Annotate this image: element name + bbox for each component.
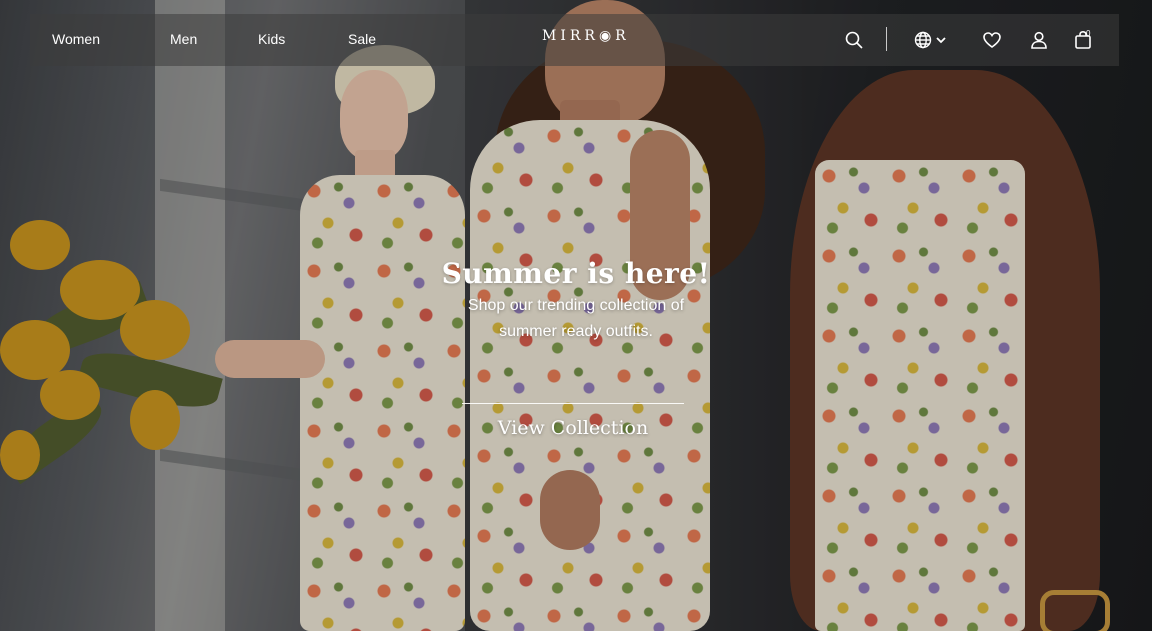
shopping-bag-icon[interactable]: 0 xyxy=(1070,27,1096,53)
nav-link-women[interactable]: Women xyxy=(52,31,100,47)
search-icon[interactable] xyxy=(841,27,867,53)
nav-link-sale[interactable]: Sale xyxy=(348,31,376,47)
nav-link-men[interactable]: Men xyxy=(170,31,197,47)
user-icon[interactable] xyxy=(1026,27,1052,53)
nav-link-kids[interactable]: Kids xyxy=(258,31,285,47)
hero-subtitle-line-2: summer ready outfits. xyxy=(499,323,653,340)
chevron-down-icon[interactable] xyxy=(932,27,950,53)
hero-title: Summer is here! xyxy=(441,256,711,290)
top-navigation: Women Men Kids Sale MIRR◉R 0 xyxy=(30,14,1119,66)
hero-subtitle-line-1: Shop our trending collection of xyxy=(467,297,685,314)
cart-count-badge: 0 xyxy=(1086,29,1091,38)
nav-divider xyxy=(886,27,887,51)
heart-icon[interactable] xyxy=(979,27,1005,53)
view-collection-button[interactable]: View Collection xyxy=(462,417,684,439)
cta-divider-line xyxy=(462,403,684,404)
brand-logo[interactable]: MIRR◉R xyxy=(542,28,630,44)
hero-subtitle: Shop our trending collection of summer r… xyxy=(0,293,1152,345)
